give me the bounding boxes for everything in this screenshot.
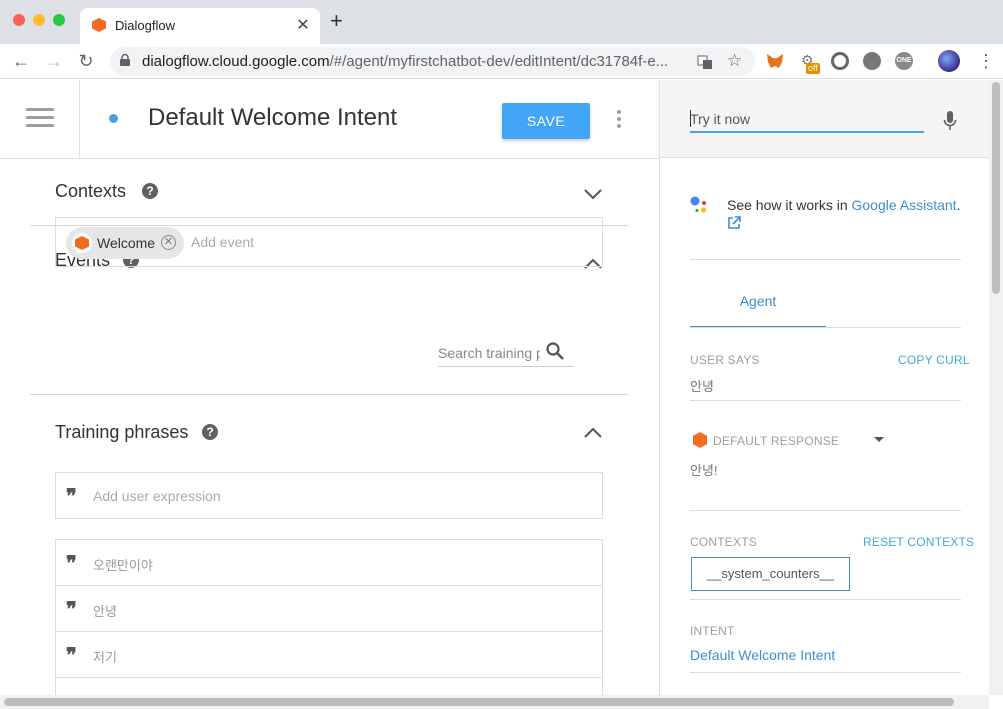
- training-phrase-text[interactable]: 안녕: [93, 601, 117, 620]
- panel-divider: [690, 672, 961, 673]
- quote-icon: ❞: [66, 484, 77, 508]
- extension-dot-icon[interactable]: [863, 52, 881, 70]
- panel-divider: [690, 599, 961, 600]
- reset-contexts-link[interactable]: RESET CONTEXTS: [863, 535, 974, 549]
- contexts-section-title[interactable]: Contexts: [55, 181, 126, 202]
- header-divider: [79, 80, 80, 159]
- section-divider: [30, 394, 628, 395]
- tab-close-icon[interactable]: ✕: [294, 15, 312, 35]
- google-assistant-hint: See how it works in Google Assistant.: [727, 197, 961, 213]
- default-response-label: DEFAULT RESPONSE: [713, 434, 840, 448]
- horizontal-scroll-thumb[interactable]: [4, 698, 954, 706]
- reload-icon[interactable]: ↻: [75, 50, 97, 72]
- text-caret: [690, 110, 691, 127]
- dialogflow-event-icon: [72, 233, 92, 253]
- training-phrase-list: ❞ 오랜만이야 ❞ 안녕 ❞ 저기: [55, 539, 603, 709]
- browser-toolbar: ← → ↻ dialogflow.cloud.google.com/#/agen…: [0, 44, 1003, 79]
- forward-icon[interactable]: →: [43, 50, 65, 72]
- bookmark-star-icon[interactable]: ☆: [727, 51, 742, 71]
- training-phrase-text[interactable]: 오랜만이야: [93, 555, 153, 574]
- panel-divider: [690, 327, 961, 328]
- translate-icon[interactable]: [697, 54, 713, 70]
- back-icon[interactable]: ←: [10, 50, 32, 72]
- add-event-placeholder[interactable]: Add event: [191, 234, 254, 250]
- intent-label: INTENT: [690, 624, 735, 638]
- quote-icon: ❞: [66, 643, 77, 667]
- extension-off-icon[interactable]: ⚙ off: [801, 52, 821, 74]
- training-phrase-text[interactable]: 저기: [93, 647, 117, 666]
- training-phrase-row[interactable]: ❞ 안녕: [56, 586, 602, 632]
- external-link-icon[interactable]: [727, 216, 741, 230]
- copy-curl-link[interactable]: COPY CURL: [898, 353, 970, 367]
- try-it-now-area: Try it now: [660, 80, 990, 158]
- matched-intent-link[interactable]: Default Welcome Intent: [690, 647, 835, 663]
- contexts-label: CONTEXTS: [690, 535, 757, 549]
- profile-avatar[interactable]: [938, 50, 960, 72]
- url-text: dialogflow.cloud.google.com/#/agent/myfi…: [142, 53, 669, 70]
- contexts-help-icon[interactable]: ?: [142, 183, 158, 199]
- browser-tab-bar: Dialogflow ✕ +: [0, 0, 1003, 44]
- user-says-value: 안녕: [690, 379, 714, 394]
- add-user-expression-input[interactable]: ❞ Add user expression: [55, 472, 603, 519]
- extension-one-icon[interactable]: ONE: [895, 52, 913, 70]
- remove-event-icon[interactable]: ✕: [161, 235, 176, 250]
- microphone-icon[interactable]: [943, 110, 957, 132]
- browser-tab[interactable]: Dialogflow ✕: [80, 8, 320, 44]
- tab-title: Dialogflow: [115, 18, 175, 33]
- quote-icon: ❞: [66, 597, 77, 621]
- default-response-value: 안녕!: [690, 463, 718, 478]
- training-phrase-row[interactable]: ❞ 오랜만이야: [56, 540, 602, 586]
- panel-divider: [690, 259, 961, 260]
- event-chip-label: Welcome: [97, 235, 156, 251]
- user-says-label: USER SAYS: [690, 353, 760, 367]
- vertical-scrollbar[interactable]: [989, 80, 1003, 695]
- google-assistant-logo-icon: [690, 196, 706, 213]
- close-window-button[interactable]: [13, 14, 25, 26]
- dialogflow-response-icon: [693, 432, 707, 448]
- try-it-now-input[interactable]: Try it now: [690, 108, 924, 133]
- context-chip[interactable]: __system_counters__: [691, 557, 850, 591]
- address-bar[interactable]: dialogflow.cloud.google.com/#/agent/myfi…: [110, 47, 755, 76]
- training-section-title[interactable]: Training phrases: [55, 422, 188, 443]
- new-tab-button[interactable]: +: [330, 10, 343, 32]
- google-assistant-link[interactable]: Google Assistant: [852, 197, 957, 213]
- intent-header: Default Welcome Intent SAVE: [0, 80, 659, 159]
- save-button[interactable]: SAVE: [502, 103, 590, 139]
- tab-agent[interactable]: Agent: [690, 286, 826, 328]
- horizontal-scrollbar[interactable]: [0, 695, 989, 709]
- response-dropdown-icon[interactable]: [874, 437, 884, 442]
- metamask-extension-icon[interactable]: [766, 53, 784, 69]
- training-collapse-chevron-icon[interactable]: [583, 427, 603, 439]
- more-options-icon[interactable]: [612, 110, 626, 130]
- events-input[interactable]: Welcome ✕ Add event: [55, 217, 603, 267]
- vertical-scroll-thumb[interactable]: [992, 82, 1000, 294]
- panel-divider: [690, 400, 961, 401]
- quote-icon: ❞: [66, 551, 77, 575]
- search-icon[interactable]: [545, 341, 565, 361]
- lock-icon: [120, 54, 130, 66]
- intent-title[interactable]: Default Welcome Intent: [148, 104, 397, 132]
- event-chip[interactable]: Welcome ✕: [66, 227, 184, 259]
- dialogflow-favicon-icon: [92, 18, 106, 32]
- minimize-window-button[interactable]: [33, 14, 45, 26]
- hamburger-menu-icon[interactable]: [26, 108, 54, 128]
- maximize-window-button[interactable]: [53, 14, 65, 26]
- intent-status-dot: [109, 114, 118, 123]
- contexts-expand-chevron-icon[interactable]: [583, 188, 603, 200]
- test-console: Try it now See how it works in Google As…: [659, 80, 990, 695]
- extension-circle-icon[interactable]: [831, 52, 849, 70]
- training-help-icon[interactable]: ?: [202, 424, 218, 440]
- browser-menu-icon[interactable]: ⋮: [977, 50, 995, 72]
- panel-divider: [690, 510, 961, 511]
- training-phrase-row[interactable]: ❞ 저기: [56, 632, 602, 678]
